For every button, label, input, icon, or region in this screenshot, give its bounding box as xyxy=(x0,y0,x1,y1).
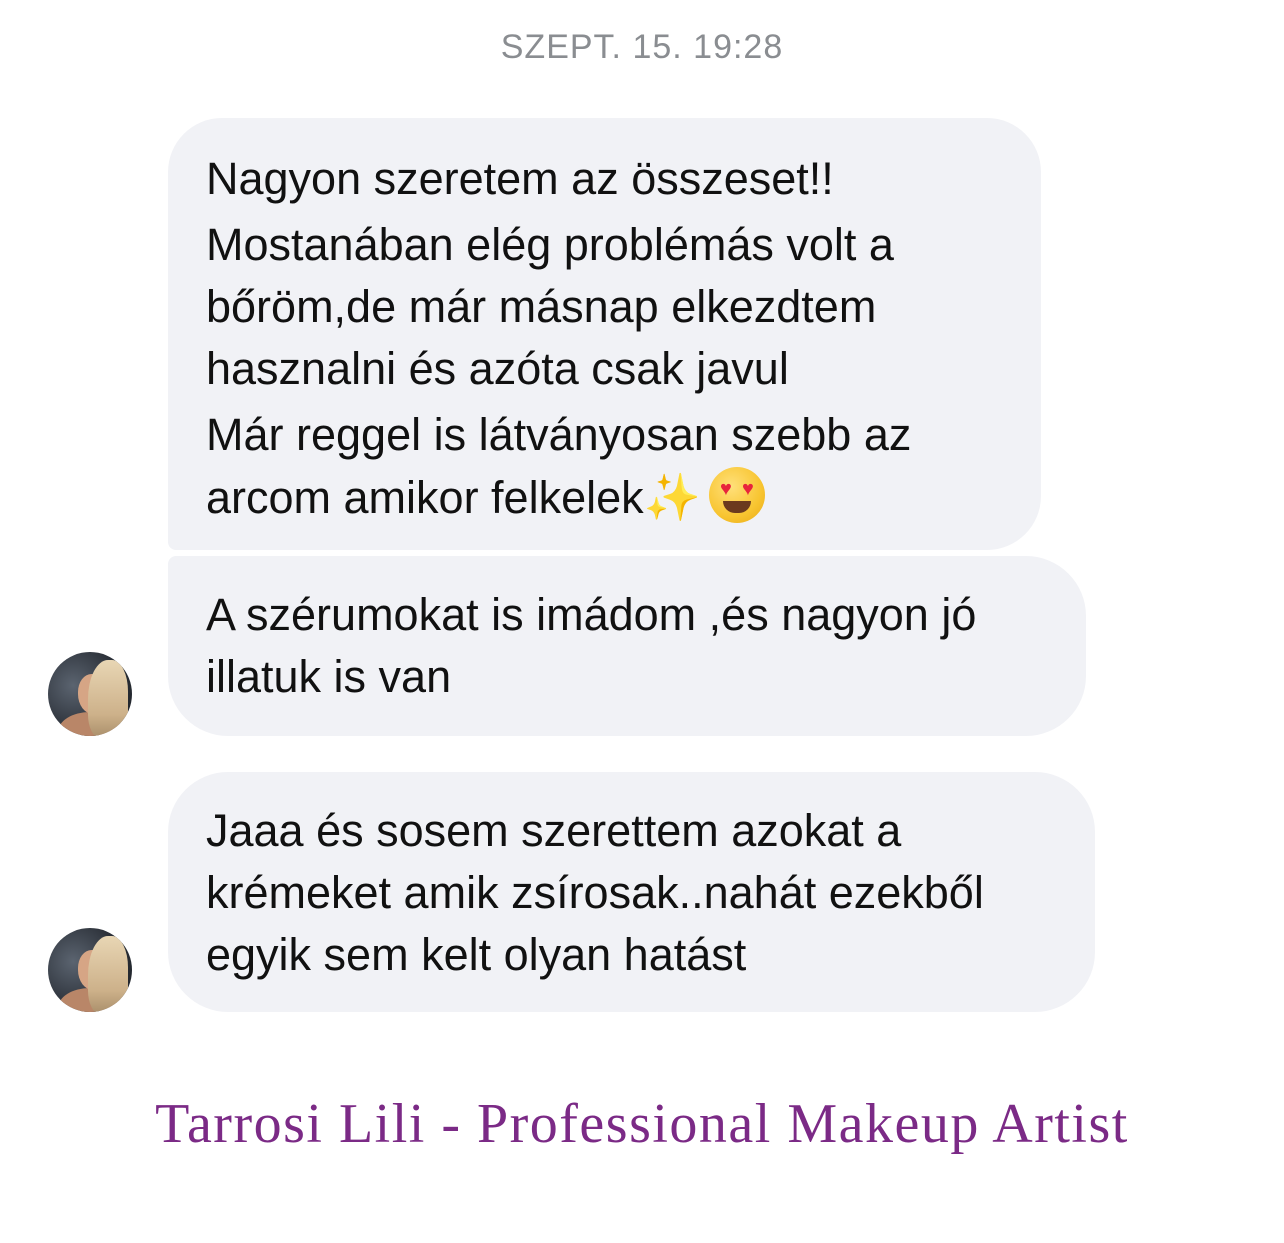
message-text-3: Jaaa és sosem szerettem azokat a krémeke… xyxy=(206,800,1086,986)
message-text-1: Nagyon szeretem az összeset!! Mostanában… xyxy=(206,148,1026,529)
message-line: Mostanában elég problémás volt a xyxy=(206,219,894,270)
message-line: arcom amikor felkelek xyxy=(206,472,644,523)
sparkles-icon: ✨ xyxy=(643,471,701,523)
sender-avatar[interactable] xyxy=(48,652,132,736)
message-bubble-1[interactable]: Nagyon szeretem az összeset!! Mostanában… xyxy=(168,118,1041,550)
message-line: hasznalni és azóta csak javul xyxy=(206,343,789,394)
heart-eyes-icon: ♥ ♥ xyxy=(708,467,765,523)
message-line: egyik sem kelt olyan hatást xyxy=(206,929,747,980)
message-timestamp: SZEPT. 15. 19:28 xyxy=(500,28,784,66)
message-text-2: A szérumokat is imádom ,és nagyon jó ill… xyxy=(206,584,1066,708)
message-bubble-3[interactable]: Jaaa és sosem szerettem azokat a krémeke… xyxy=(168,772,1095,1012)
message-line-with-emoji: arcom amikor felkelek✨ ♥ ♥ xyxy=(206,466,1026,529)
message-line: krémeket amik zsírosak..nahát ezekből xyxy=(206,867,984,918)
message-line: Jaaa és sosem szerettem azokat a xyxy=(206,805,902,856)
message-bubble-2[interactable]: A szérumokat is imádom ,és nagyon jó ill… xyxy=(168,556,1086,736)
message-line: illatuk is van xyxy=(206,651,452,702)
sender-avatar[interactable] xyxy=(48,928,132,1012)
message-line: bőröm,de már másnap elkezdtem xyxy=(206,281,877,332)
message-line: A szérumokat is imádom ,és nagyon jó xyxy=(206,589,977,640)
message-line: Már reggel is látványosan szebb az xyxy=(206,409,912,460)
artist-signature: Tarrosi Lili - Professional Makeup Artis… xyxy=(155,1093,1129,1155)
message-line: Nagyon szeretem az összeset!! xyxy=(206,153,834,204)
